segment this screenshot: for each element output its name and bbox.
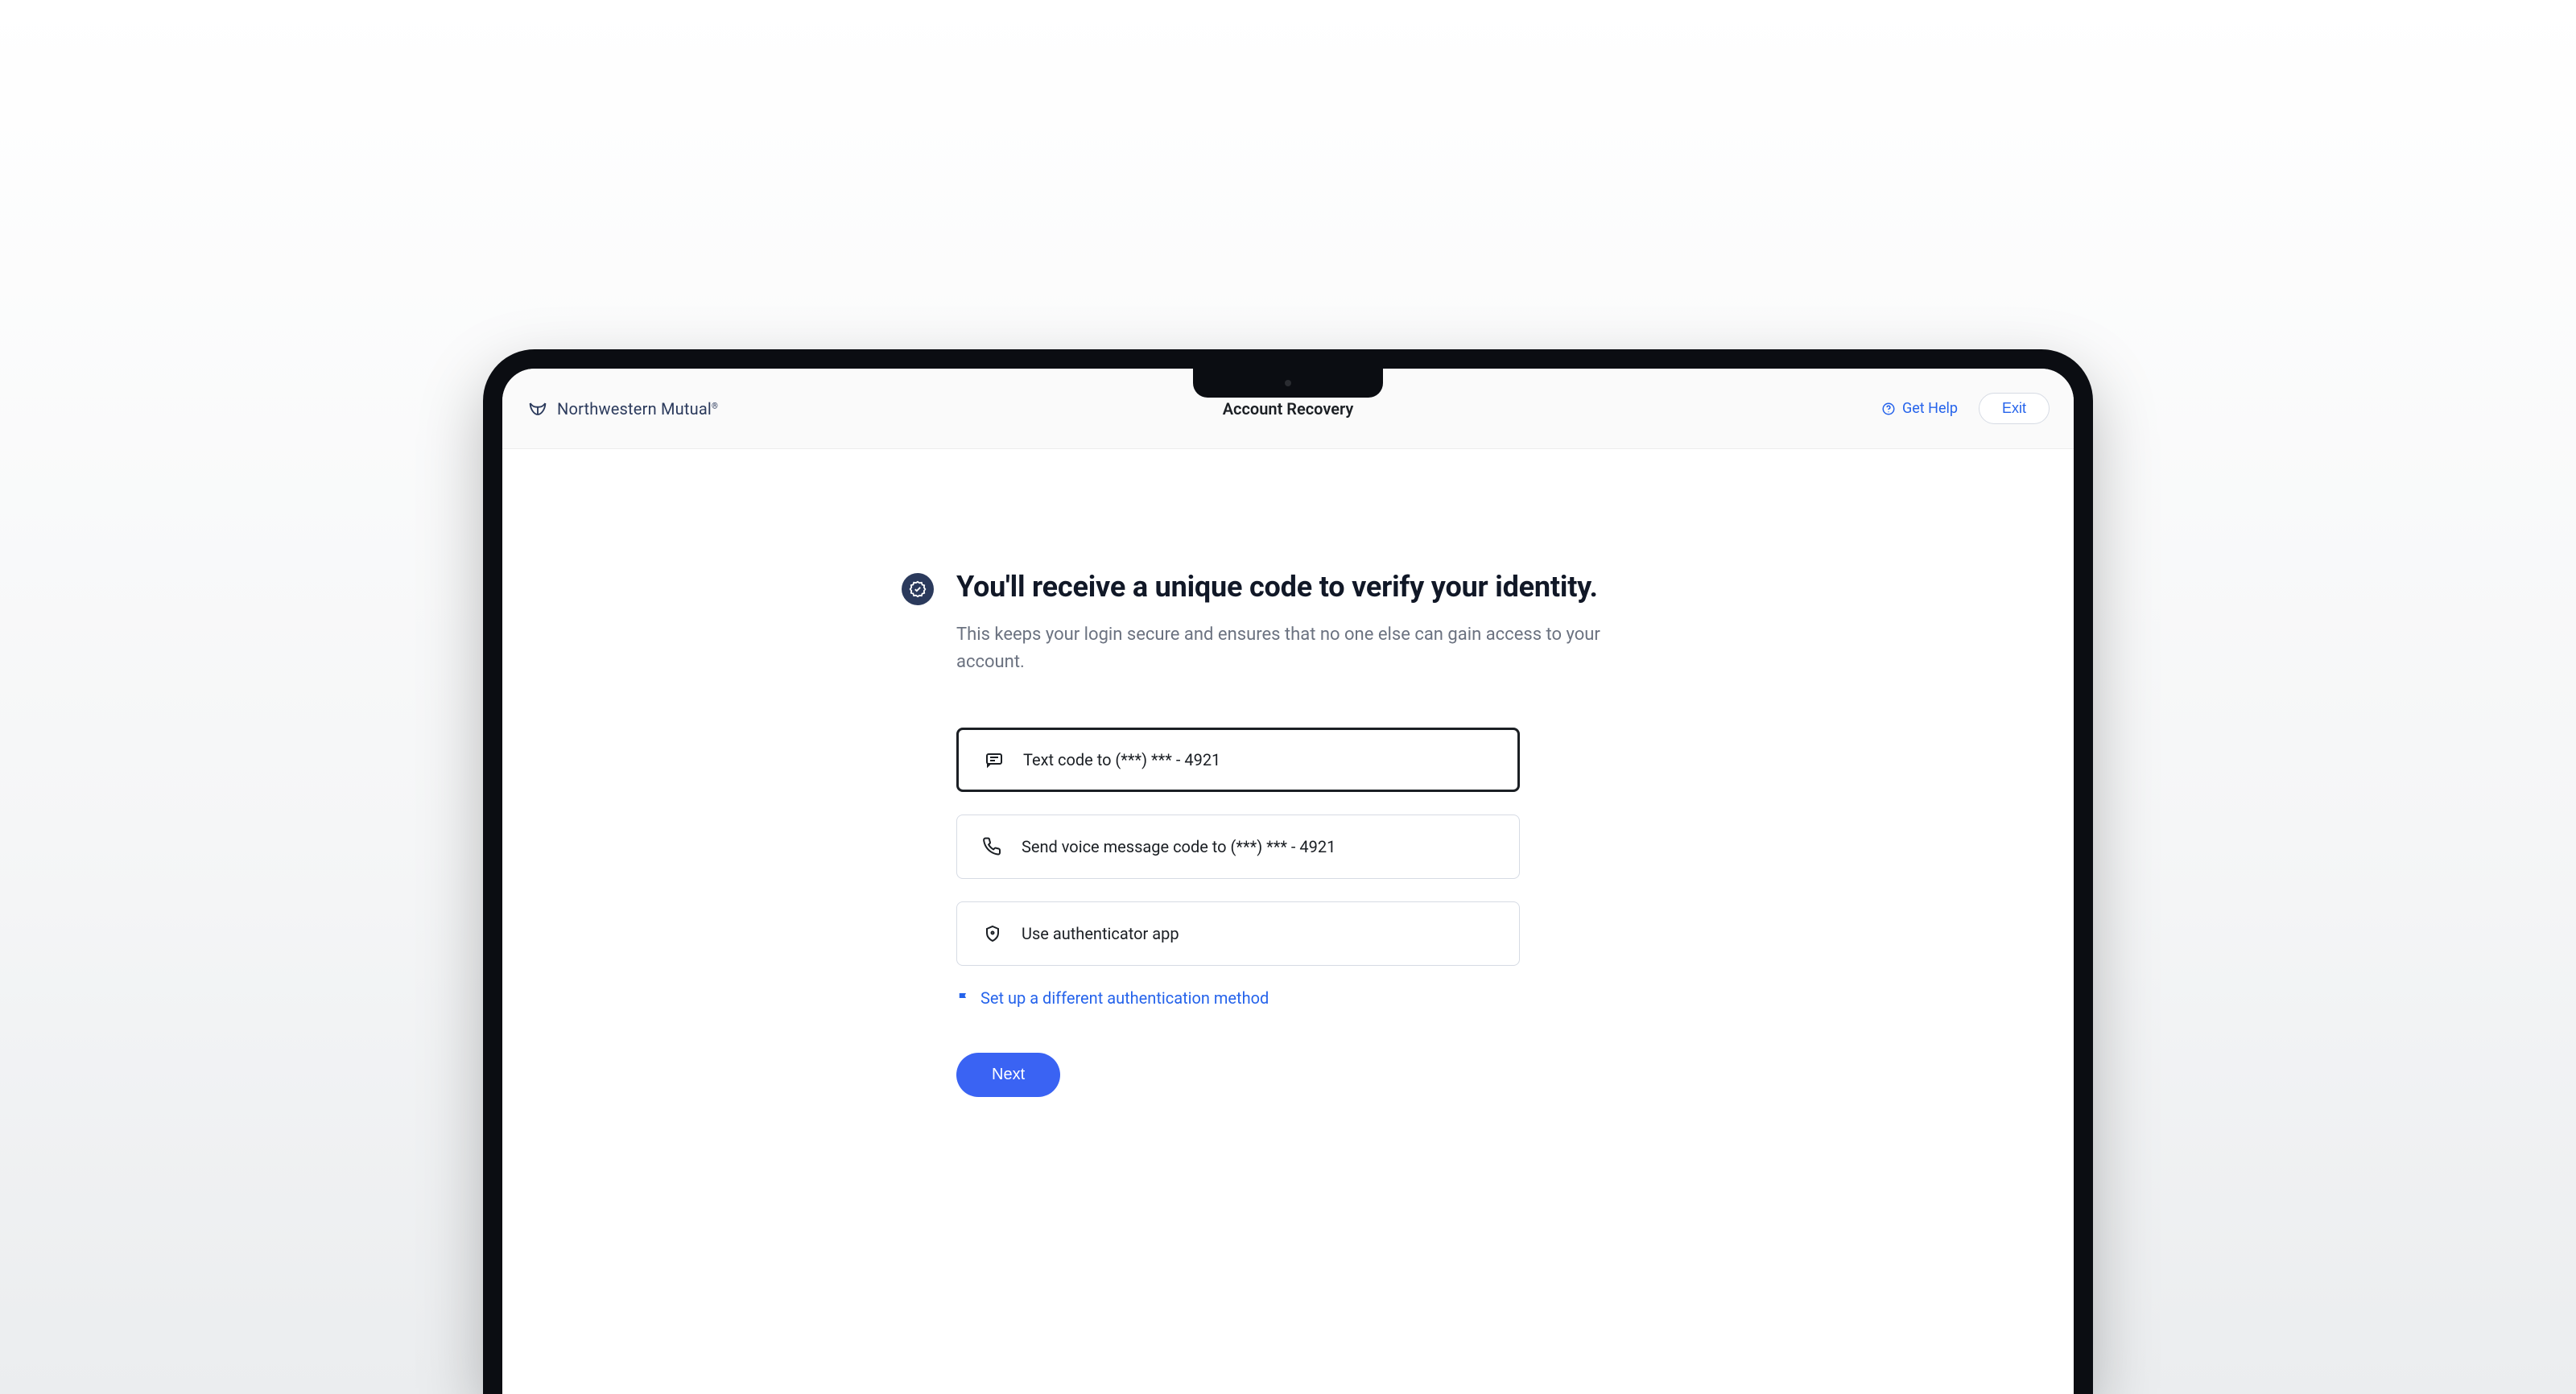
laptop-notch [1193,369,1383,398]
page-subtitle: This keeps your login secure and ensures… [956,621,1657,676]
title-row: You'll receive a unique code to verify y… [902,570,1674,1097]
get-help-label: Get Help [1902,400,1958,417]
setup-different-method-link[interactable]: Set up a different authentication method [956,988,1657,1008]
message-icon [985,750,1004,769]
option-label: Text code to (***) *** - 4921 [1023,750,1220,769]
brand-logo: Northwestern Mutual® [526,398,718,420]
exit-button[interactable]: Exit [1979,393,2050,424]
get-help-link[interactable]: Get Help [1881,400,1958,417]
verify-badge-icon [902,573,934,605]
option-authenticator[interactable]: Use authenticator app [956,901,1520,966]
laptop-bezel: Northwestern Mutual® Account Recovery Ge… [483,349,2093,1394]
page-title: Account Recovery [502,399,2074,419]
title-text-block: You'll receive a unique code to verify y… [956,570,1657,1097]
verification-options: Text code to (***) *** - 4921 Send voice… [956,728,1657,1097]
shield-icon [983,924,1002,943]
next-button[interactable]: Next [956,1053,1060,1097]
brand-text: Northwestern Mutual® [557,399,718,419]
help-icon [1881,402,1896,416]
app-window: Northwestern Mutual® Account Recovery Ge… [502,369,2074,1394]
flag-icon [956,991,971,1005]
option-text-code[interactable]: Text code to (***) *** - 4921 [956,728,1520,792]
verification-panel: You'll receive a unique code to verify y… [902,570,1674,1394]
laptop-screen: Northwestern Mutual® Account Recovery Ge… [502,369,2074,1394]
option-label: Use authenticator app [1022,924,1179,943]
laptop-mockup: Northwestern Mutual® Account Recovery Ge… [483,349,2093,1394]
option-voice-code[interactable]: Send voice message code to (***) *** - 4… [956,815,1520,879]
option-label: Send voice message code to (***) *** - 4… [1022,837,1335,856]
alt-method-label: Set up a different authentication method [980,988,1269,1008]
camera-icon [1285,380,1291,386]
northwestern-mutual-icon [526,398,549,420]
page-heading: You'll receive a unique code to verify y… [956,570,1657,604]
header-actions: Get Help Exit [1881,393,2050,424]
phone-icon [983,837,1002,856]
main-content: You'll receive a unique code to verify y… [502,449,2074,1394]
